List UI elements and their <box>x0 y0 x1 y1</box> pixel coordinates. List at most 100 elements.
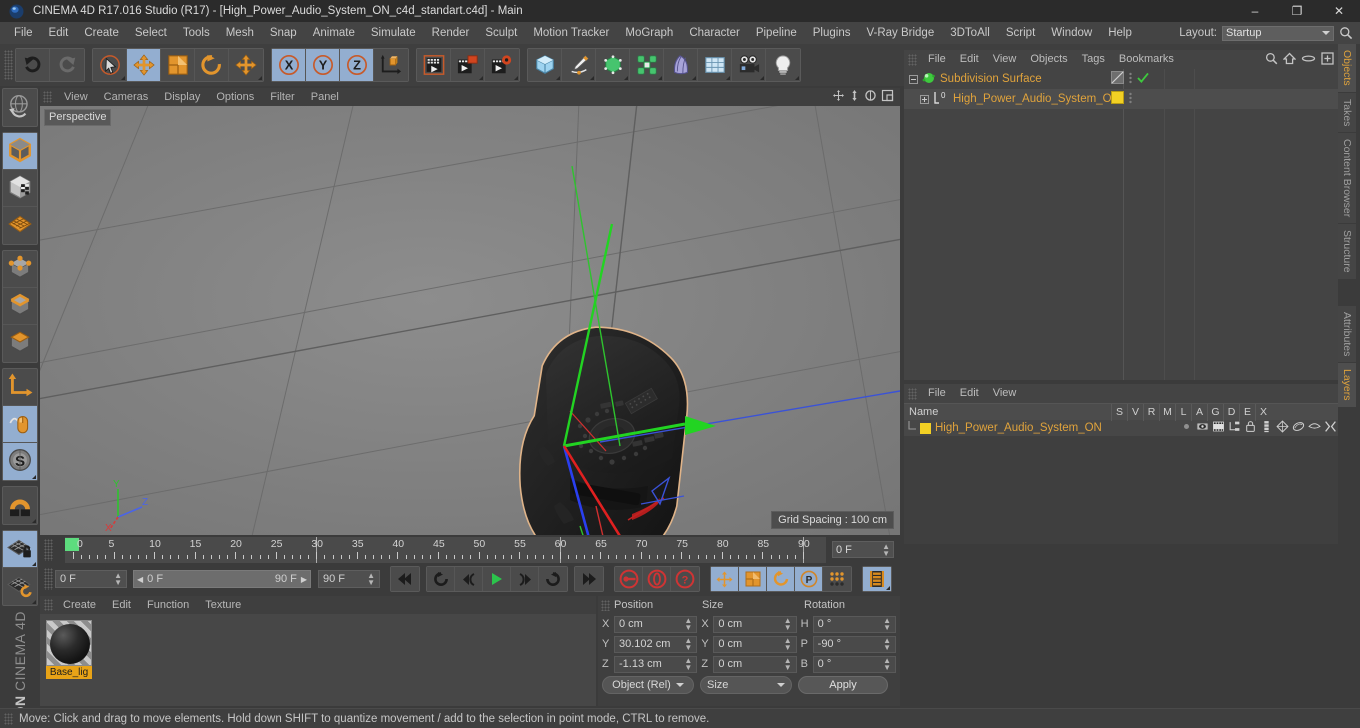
yellow-swatch-tag-icon[interactable] <box>1111 91 1124 107</box>
expand-corner-icon[interactable] <box>32 519 36 523</box>
dolly-icon[interactable] <box>849 89 860 105</box>
layer-cell-animation[interactable] <box>1258 420 1274 436</box>
menu-item-select[interactable]: Select <box>127 22 175 44</box>
menu-item-pipeline[interactable]: Pipeline <box>748 22 805 44</box>
expand-corner-icon[interactable] <box>258 76 262 80</box>
globe-undo-button[interactable] <box>3 89 37 126</box>
dots-tag-icon[interactable] <box>1128 71 1133 87</box>
search-icon[interactable] <box>1265 52 1278 68</box>
texture-mode-button[interactable] <box>3 170 37 207</box>
layer-column-v[interactable]: V <box>1127 403 1143 421</box>
viewport-3d[interactable]: Perspective Y Z X Grid Spacing: 100 cm <box>40 106 900 535</box>
menu-item-file[interactable]: File <box>921 384 953 403</box>
coordinate-rotation-field-h[interactable]: 0 ° ▲ ▼ <box>812 615 896 633</box>
scale-button[interactable] <box>161 49 195 81</box>
mograph-cloner-button[interactable] <box>630 49 664 81</box>
goto-end-button[interactable] <box>575 567 603 591</box>
play-back-loop-button[interactable] <box>427 567 455 591</box>
expand-corner-icon[interactable] <box>479 76 483 80</box>
magnet-button[interactable] <box>3 487 37 524</box>
expand-corner-icon[interactable] <box>556 76 560 80</box>
workplane-rotate-button[interactable] <box>3 568 37 605</box>
menu-item-view[interactable]: View <box>56 88 96 106</box>
coordinates-grip[interactable] <box>601 599 610 611</box>
spline-pen-button[interactable] <box>562 49 596 81</box>
layer-column-s[interactable]: S <box>1111 403 1127 421</box>
expand-corner-icon[interactable] <box>760 76 764 80</box>
layer-cell-expression[interactable] <box>1306 420 1322 436</box>
layer-cell-render[interactable] <box>1210 420 1226 436</box>
axis-x-button[interactable]: X <box>272 49 306 81</box>
menu-item-edit[interactable]: Edit <box>41 22 77 44</box>
spinner-icon[interactable]: ▲ ▼ <box>114 572 122 587</box>
edges-mode-button[interactable] <box>3 288 37 325</box>
redo-button[interactable] <box>50 49 84 81</box>
layer-manager-grip[interactable] <box>908 387 917 400</box>
menu-item-bookmarks[interactable]: Bookmarks <box>1112 50 1181 69</box>
model-mode-button[interactable] <box>3 133 37 170</box>
workplane-lock-button[interactable] <box>3 531 37 568</box>
apply-button[interactable]: Apply <box>798 676 888 694</box>
timeline-grip[interactable] <box>44 539 53 561</box>
rotate-button[interactable] <box>195 49 229 81</box>
move-alt-button[interactable] <box>229 49 263 81</box>
dots-tag-icon[interactable] <box>1128 91 1133 107</box>
material-grip[interactable] <box>44 599 53 611</box>
coordinate-rotation-field-b[interactable]: 0 ° ▲ ▼ <box>812 655 896 673</box>
menu-item-mesh[interactable]: Mesh <box>218 22 262 44</box>
expand-corner-icon[interactable] <box>32 562 36 566</box>
ellipse-icon[interactable] <box>1301 52 1316 68</box>
animbar-grip[interactable] <box>44 568 53 590</box>
menu-item-plugins[interactable]: Plugins <box>805 22 859 44</box>
coordinate-rotation-field-p[interactable]: -90 ° ▲ ▼ <box>812 635 896 653</box>
record-key-button[interactable] <box>615 567 643 591</box>
menu-item-view[interactable]: View <box>986 384 1024 403</box>
snap-enable-button[interactable]: S <box>3 443 37 480</box>
menu-item-animate[interactable]: Animate <box>305 22 363 44</box>
menu-item-character[interactable]: Character <box>681 22 748 44</box>
camera-button[interactable] <box>732 49 766 81</box>
layer-column-l[interactable]: L <box>1175 403 1191 421</box>
spinner-icon[interactable]: ▲ ▼ <box>784 637 792 652</box>
expand-corner-icon[interactable] <box>121 76 125 80</box>
render-picture-button[interactable] <box>451 49 485 81</box>
spinner-icon[interactable]: ▲ ▼ <box>883 657 891 672</box>
dock-tab-takes[interactable]: Takes <box>1338 92 1356 134</box>
disabled-tag-icon[interactable] <box>1111 71 1124 87</box>
light-button[interactable] <box>766 49 800 81</box>
viewport-solo-button[interactable] <box>3 406 37 443</box>
layer-cell-generator[interactable] <box>1274 420 1290 436</box>
maximize-view-icon[interactable] <box>881 89 894 105</box>
layer-column-d[interactable]: D <box>1223 403 1239 421</box>
layer-cell-deformer[interactable] <box>1290 420 1306 436</box>
layout-dropdown[interactable]: Startup <box>1222 25 1334 41</box>
dock-tab-attributes[interactable]: Attributes <box>1338 305 1356 364</box>
expand-corner-icon[interactable] <box>795 76 799 80</box>
expand-corner-icon[interactable] <box>32 475 36 479</box>
expand-corner-icon[interactable] <box>658 76 662 80</box>
material-item[interactable]: Base_lig <box>46 620 92 679</box>
preview-range-slider[interactable]: ◀ 0 F 90 F ▶ <box>133 570 311 588</box>
expand-corner-icon[interactable] <box>692 76 696 80</box>
menu-item-edit[interactable]: Edit <box>953 50 986 69</box>
menu-item-view[interactable]: View <box>986 50 1024 69</box>
spinner-icon[interactable]: ▲ ▼ <box>367 572 375 587</box>
menu-item-3dtoall[interactable]: 3DToAll <box>942 22 998 44</box>
toolbar-grip[interactable] <box>4 50 13 80</box>
keyframe-selection-button[interactable]: ? <box>671 567 699 591</box>
menu-item-script[interactable]: Script <box>998 22 1043 44</box>
range-right-arrow-icon[interactable]: ▶ <box>301 575 307 584</box>
check-tag-icon[interactable] <box>1137 72 1149 87</box>
material-preview[interactable] <box>46 620 92 666</box>
object-row-subdivision-surface[interactable]: Subdivision Surface <box>904 69 1338 89</box>
object-manager-grip[interactable] <box>908 53 917 66</box>
expand-corner-icon[interactable] <box>726 76 730 80</box>
menu-item-edit[interactable]: Edit <box>104 596 139 614</box>
menu-item-panel[interactable]: Panel <box>303 88 347 106</box>
menu-item-mograph[interactable]: MoGraph <box>617 22 681 44</box>
cube-primitive-button[interactable] <box>528 49 562 81</box>
material-list[interactable]: Base_lig <box>40 614 596 706</box>
maximize-button[interactable]: ❐ <box>1276 0 1318 22</box>
home-icon[interactable] <box>1282 52 1297 68</box>
menu-item-sculpt[interactable]: Sculpt <box>477 22 525 44</box>
